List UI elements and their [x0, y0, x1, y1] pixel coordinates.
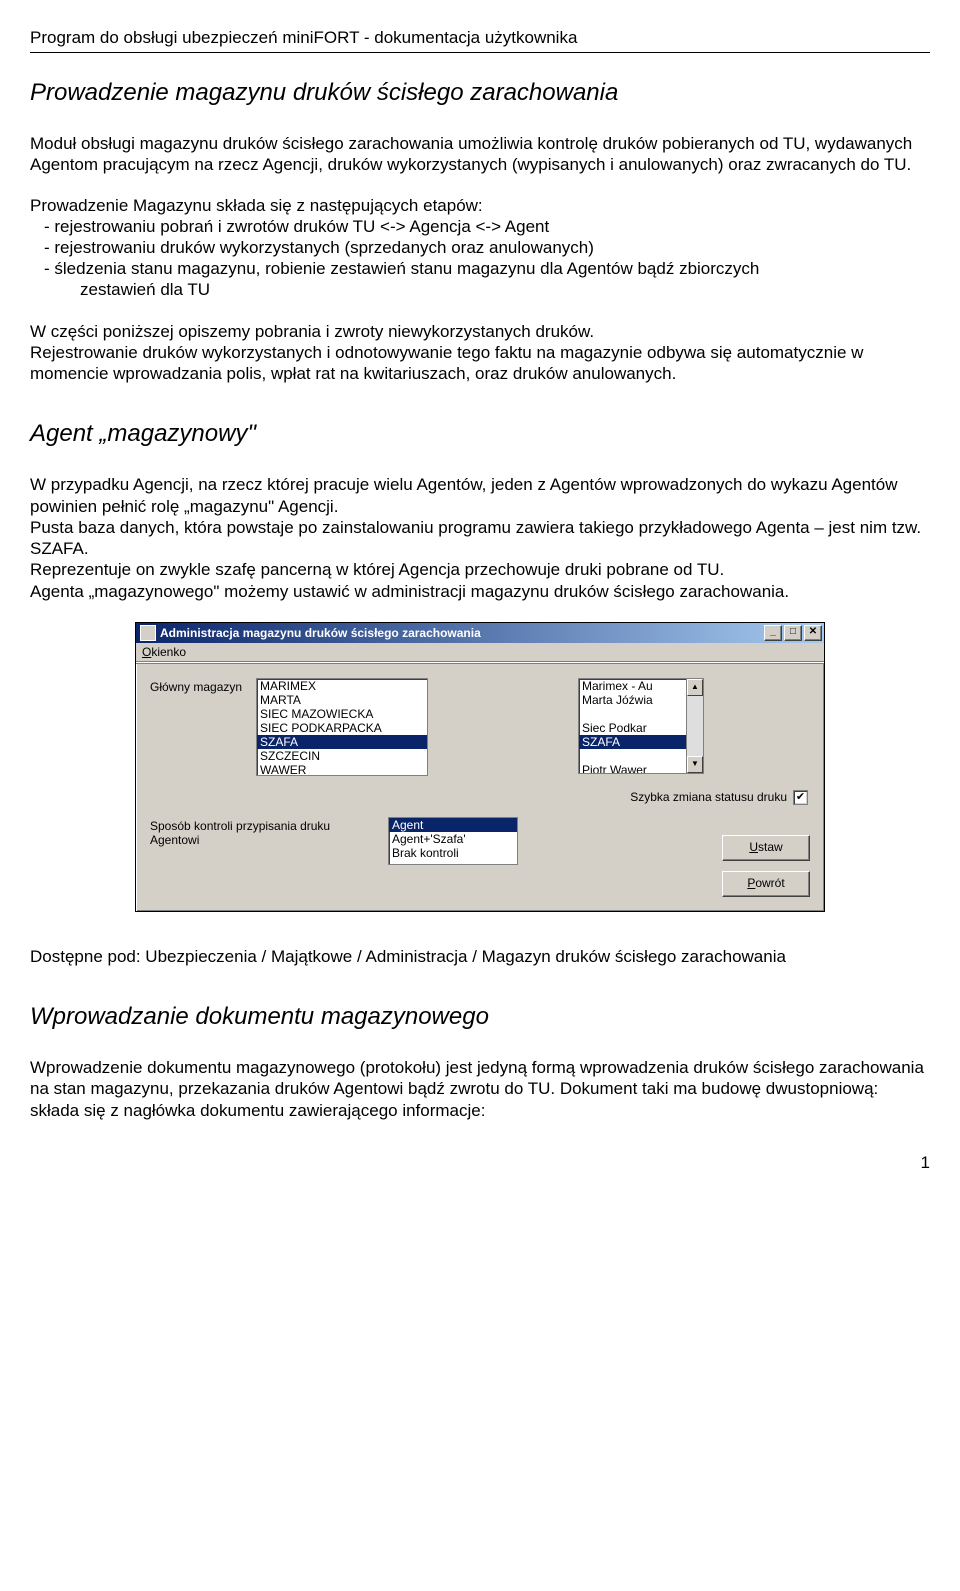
listbox-magazyn-left[interactable]: MARIMEX MARTA SIEC MAZOWIECKA SIEC PODKA… — [256, 678, 428, 776]
label-szybka-zmiana: Szybka zmiana statusu druku — [630, 790, 787, 804]
list-item[interactable]: WAWER — [257, 763, 427, 776]
list-item: rejestrowaniu druków wykorzystanych (spr… — [44, 237, 930, 258]
list-item[interactable]: Marimex - Au — [579, 679, 687, 693]
list-item[interactable]: MARIMEX — [257, 679, 427, 693]
list-item[interactable]: Agent+'Szafa' — [389, 832, 517, 846]
scrollbar[interactable]: ▲ ▼ — [686, 679, 703, 773]
minimize-button[interactable]: _ — [764, 625, 782, 641]
list-item-selected[interactable]: Agent — [389, 818, 517, 832]
para-intro: Moduł obsługi magazynu druków ścisłego z… — [30, 133, 930, 176]
ustaw-button[interactable]: Ustaw — [722, 835, 810, 861]
scroll-down-icon[interactable]: ▼ — [687, 756, 703, 773]
para-desc: W części poniższej opiszemy pobrania i z… — [30, 321, 930, 385]
listbox-magazyn-right[interactable]: Marimex - Au Marta Jóźwia Siec Podkar SZ… — [578, 678, 704, 774]
list-item[interactable]: SIEC MAZOWIECKA — [257, 707, 427, 721]
listbox-kontrola[interactable]: Agent Agent+'Szafa' Brak kontroli — [388, 817, 518, 865]
list-item: śledzenia stanu magazynu, robienie zesta… — [44, 258, 930, 301]
para-agent: W przypadku Agencji, na rzecz której pra… — [30, 474, 930, 602]
heading-wprowadzanie: Wprowadzanie dokumentu magazynowego — [30, 1003, 930, 1031]
list-item[interactable]: SIEC PODKARPACKA — [257, 721, 427, 735]
dialog-screenshot: Administracja magazynu druków ścisłego z… — [30, 622, 930, 912]
para-wprowadzanie: Wprowadzenie dokumentu magazynowego (pro… — [30, 1057, 930, 1121]
list-item[interactable]: SZCZECIN — [257, 749, 427, 763]
list-item-selected[interactable]: SZAFA — [257, 735, 427, 749]
checkbox-szybka-zmiana[interactable]: ✔ — [793, 790, 808, 805]
list-item: rejestrowaniu pobrań i zwrotów druków TU… — [44, 216, 930, 237]
close-button[interactable]: ✕ — [804, 625, 822, 641]
list-intro: Prowadzenie Magazynu składa się z następ… — [30, 196, 930, 216]
para-path: Dostępne pod: Ubezpieczenia / Majątkowe … — [30, 946, 930, 967]
label-glowny-magazyn: Główny magazyn — [150, 678, 256, 694]
list-item[interactable]: Siec Podkar — [579, 721, 687, 735]
stages-list: Prowadzenie Magazynu składa się z następ… — [30, 196, 930, 301]
list-item[interactable]: MARTA — [257, 693, 427, 707]
page-number: 1 — [30, 1153, 930, 1173]
admin-dialog: Administracja magazynu druków ścisłego z… — [135, 622, 825, 912]
list-item-selected[interactable]: SZAFA — [579, 735, 687, 749]
list-item[interactable]: Piotr Wawer — [579, 763, 687, 774]
titlebar: Administracja magazynu druków ścisłego z… — [136, 623, 824, 643]
list-item[interactable]: Brak kontroli — [389, 846, 517, 860]
list-item[interactable] — [579, 749, 687, 763]
header-rule — [30, 52, 930, 53]
heading-agent-magazynowy: Agent „magazynowy" — [30, 420, 930, 448]
window-title: Administracja magazynu druków ścisłego z… — [160, 626, 481, 640]
heading-main: Prowadzenie magazynu druków ścisłego zar… — [30, 79, 930, 107]
list-item[interactable]: Marta Jóźwia — [579, 693, 687, 707]
scroll-up-icon[interactable]: ▲ — [687, 679, 703, 696]
powrot-button[interactable]: Powrót — [722, 871, 810, 897]
label-sposob-kontroli: Sposób kontroli przypisania druku Agento… — [150, 817, 388, 847]
maximize-button[interactable]: □ — [784, 625, 802, 641]
list-item[interactable] — [579, 707, 687, 721]
doc-header: Program do obsługi ubezpieczeń miniFORT … — [30, 28, 930, 48]
menubar[interactable]: Okienko — [136, 643, 824, 662]
app-icon — [140, 625, 156, 641]
